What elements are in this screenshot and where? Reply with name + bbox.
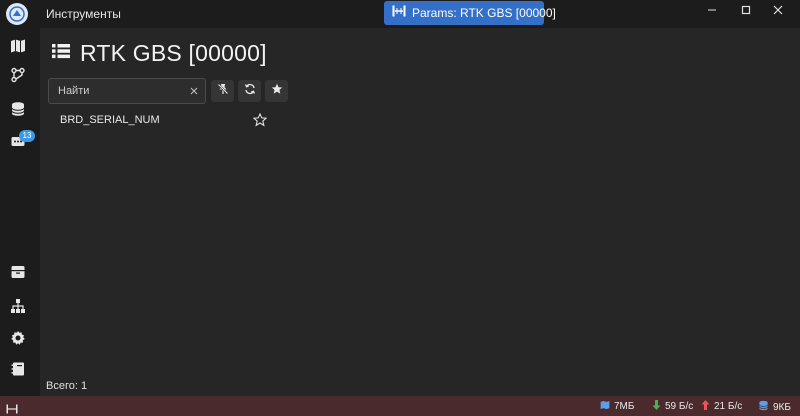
search-box: [48, 78, 206, 104]
star-outline-icon[interactable]: [252, 112, 268, 128]
network-icon: [10, 298, 26, 319]
app-title: Инструменты: [46, 7, 121, 21]
unpin-button[interactable]: [211, 80, 234, 102]
arrow-up-icon: [701, 400, 710, 413]
route-icon: [10, 67, 26, 88]
database-icon: [10, 101, 26, 122]
pin-off-icon: [216, 82, 229, 100]
tab-params[interactable]: Params: RTK GBS [00000]: [384, 1, 556, 25]
app-logo-icon: [6, 3, 28, 25]
map-icon: [10, 38, 26, 59]
archive-nav-button[interactable]: [6, 262, 30, 286]
refresh-button[interactable]: [238, 80, 261, 102]
params-tab-icon: [392, 4, 406, 22]
page-header: RTK GBS [00000]: [52, 40, 267, 67]
storage-indicator: 9КБ: [758, 400, 791, 414]
close-icon: [190, 82, 198, 100]
map-icon: [600, 400, 610, 413]
maximize-button[interactable]: [731, 0, 761, 20]
total-count: Всего: 1: [46, 380, 88, 392]
params-panel: RTK GBS [00000] BRD_SERIAL_NUM Всего: 1: [40, 28, 800, 396]
logbook-nav-button[interactable]: [6, 359, 30, 383]
param-row[interactable]: BRD_SERIAL_NUM: [40, 108, 800, 132]
star-icon: [271, 82, 283, 100]
memory-indicator: 7МБ: [600, 400, 634, 413]
map-nav-button[interactable]: [6, 36, 30, 60]
connection-icon[interactable]: [6, 401, 18, 416]
param-name: BRD_SERIAL_NUM: [60, 114, 160, 126]
favorites-filter-button[interactable]: [265, 80, 288, 102]
tab-label: Params: RTK GBS [00000]: [412, 6, 556, 20]
notebook-icon: [10, 361, 26, 382]
minimize-button[interactable]: [697, 0, 727, 20]
tx-value: 21 Б/с: [714, 401, 743, 412]
database-nav-button[interactable]: [6, 99, 30, 123]
clear-search-button[interactable]: [188, 85, 200, 97]
rx-value: 59 Б/с: [665, 401, 694, 412]
gear-icon: [10, 330, 26, 351]
memory-value: 7МБ: [614, 401, 635, 412]
close-window-button[interactable]: [763, 0, 793, 20]
search-input[interactable]: [49, 79, 179, 103]
messages-badge: 13: [19, 130, 35, 142]
archive-icon: [10, 264, 26, 285]
refresh-icon: [244, 82, 256, 100]
page-title: RTK GBS [00000]: [80, 40, 267, 66]
database-icon: [758, 400, 769, 414]
arrow-down-icon: [652, 400, 661, 413]
settings-nav-button[interactable]: [6, 328, 30, 352]
title-bar: Инструменты Params: RTK GBS [00000]: [0, 0, 800, 28]
list-icon: [52, 43, 70, 64]
tx-indicator: 21 Б/с: [701, 400, 742, 413]
status-bar: 7МБ 59 Б/с 21 Б/с 9КБ: [0, 396, 800, 416]
sidebar: 13: [0, 28, 36, 396]
rx-indicator: 59 Б/с: [652, 400, 693, 413]
network-nav-button[interactable]: [6, 296, 30, 320]
flight-plan-nav-button[interactable]: [6, 65, 30, 89]
storage-value: 9КБ: [773, 401, 791, 413]
